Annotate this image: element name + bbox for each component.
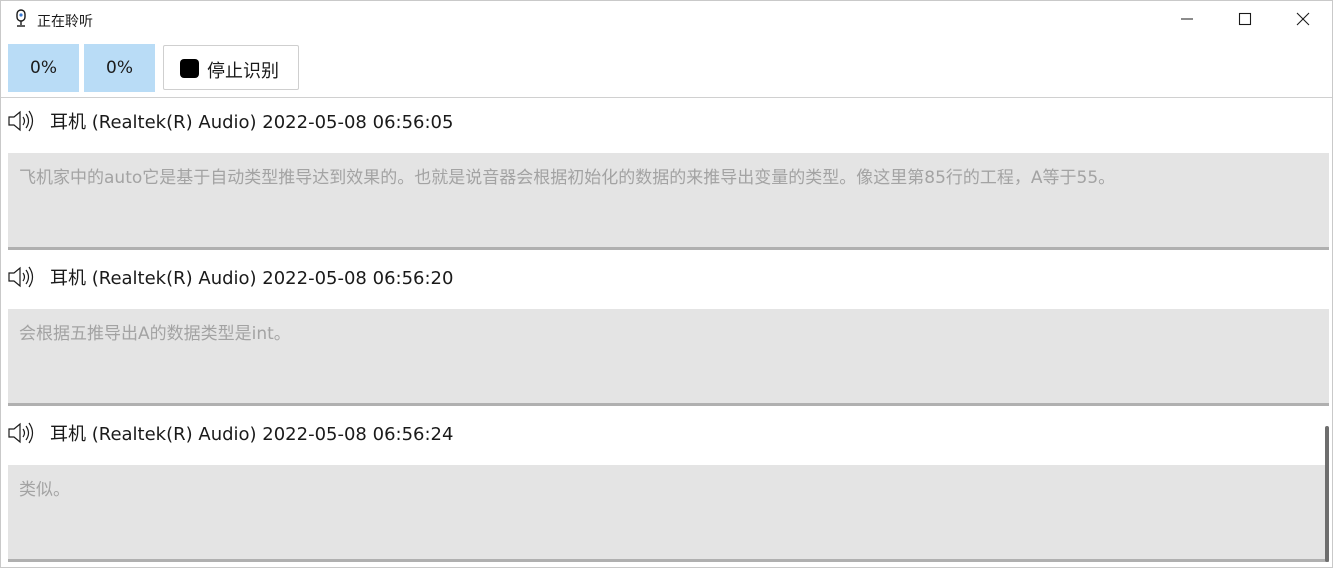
window-title: 正在聆听 bbox=[37, 14, 93, 30]
minimize-icon bbox=[1180, 11, 1194, 30]
transcript-item: 耳机 (Realtek(R) Audio) 2022-05-08 06:56:2… bbox=[1, 410, 1332, 566]
toolbar: 0% 0% 停止识别 bbox=[1, 39, 1332, 97]
close-icon bbox=[1296, 11, 1310, 30]
transcript-text[interactable]: 飞机家中的auto它是基于自动类型推导达到效果的。也就是说音器会根据初始化的数据… bbox=[8, 153, 1329, 250]
transcript-text[interactable]: 会根据五推导出A的数据类型是int。 bbox=[8, 309, 1329, 406]
list-scrollbar[interactable] bbox=[1325, 426, 1329, 562]
transcript-header: 耳机 (Realtek(R) Audio) 2022-05-08 06:56:0… bbox=[1, 98, 1332, 142]
level-indicator-b: 0% bbox=[84, 44, 155, 92]
stop-recognition-button[interactable]: 停止识别 bbox=[163, 45, 299, 90]
stop-icon bbox=[180, 59, 199, 78]
close-button[interactable] bbox=[1274, 1, 1332, 39]
stop-recognition-label: 停止识别 bbox=[207, 61, 279, 82]
level-indicator-a: 0% bbox=[8, 44, 79, 92]
maximize-button[interactable] bbox=[1216, 1, 1274, 39]
transcript-item: 耳机 (Realtek(R) Audio) 2022-05-08 06:56:2… bbox=[1, 254, 1332, 410]
microphone-icon bbox=[13, 9, 29, 29]
app-window: 正在聆听 0% 0% 停止识别 耳机 (Realtek(R) Audio) 20… bbox=[0, 0, 1333, 568]
speaker-icon[interactable] bbox=[8, 422, 36, 444]
title-bar[interactable]: 正在聆听 bbox=[1, 1, 1332, 39]
maximize-icon bbox=[1238, 11, 1252, 30]
speaker-icon[interactable] bbox=[8, 110, 36, 132]
transcript-source: 耳机 (Realtek(R) Audio) 2022-05-08 06:56:2… bbox=[50, 268, 454, 289]
transcript-list[interactable]: 耳机 (Realtek(R) Audio) 2022-05-08 06:56:0… bbox=[1, 97, 1332, 567]
speaker-icon[interactable] bbox=[8, 266, 36, 288]
minimize-button[interactable] bbox=[1158, 1, 1216, 39]
transcript-source: 耳机 (Realtek(R) Audio) 2022-05-08 06:56:0… bbox=[50, 112, 454, 133]
transcript-source: 耳机 (Realtek(R) Audio) 2022-05-08 06:56:2… bbox=[50, 424, 454, 445]
transcript-item: 耳机 (Realtek(R) Audio) 2022-05-08 06:56:0… bbox=[1, 98, 1332, 254]
transcript-text[interactable]: 类似。 bbox=[8, 465, 1329, 562]
transcript-header: 耳机 (Realtek(R) Audio) 2022-05-08 06:56:2… bbox=[1, 254, 1332, 298]
transcript-header: 耳机 (Realtek(R) Audio) 2022-05-08 06:56:2… bbox=[1, 410, 1332, 454]
